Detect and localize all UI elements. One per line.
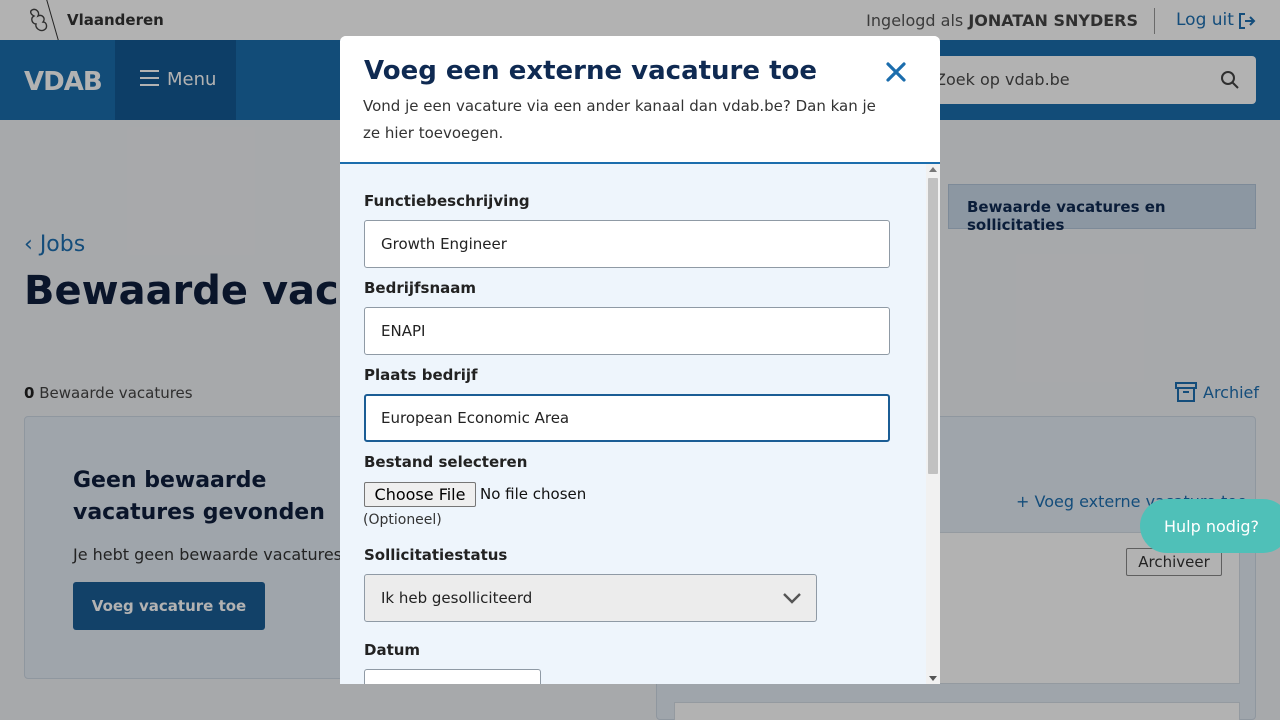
status-select[interactable]: Ik heb gesolliciteerd [364,574,817,622]
date-field[interactable] [364,669,541,684]
company-field[interactable]: ENAPI [364,307,890,355]
scroll-up-arrow-icon[interactable] [929,167,937,172]
status-label: Sollicitatiestatus [364,546,508,564]
choose-file-button[interactable]: Choose File [364,482,476,507]
location-label: Plaats bedrijf [364,366,478,384]
close-icon[interactable] [884,60,908,84]
modal-title: Voeg een externe vacature toe [364,56,817,86]
add-external-vacancy-modal: Voeg een externe vacature toe Vond je ee… [340,36,940,684]
date-label: Datum [364,641,421,659]
chevron-down-icon [783,593,801,604]
function-field[interactable]: Growth Engineer [364,220,890,268]
status-select-value: Ik heb gesolliciteerd [381,589,533,607]
modal-header: Voeg een externe vacature toe Vond je ee… [340,36,940,164]
file-status: No file chosen [480,485,587,503]
company-label: Bedrijfsnaam [364,279,477,297]
modal-subtitle: Vond je een vacature via een ander kanaa… [363,97,876,142]
location-field[interactable]: European Economic Area [364,394,890,442]
help-button[interactable]: Hulp nodig? [1140,499,1280,553]
file-optional-hint: (Optioneel) [363,512,442,528]
function-label: Functiebeschrijving [364,192,530,210]
scroll-down-arrow-icon[interactable] [929,676,937,681]
scrollbar-thumb[interactable] [928,178,938,474]
modal-scrollbar[interactable] [926,164,940,684]
file-label: Bestand selecteren [364,453,528,471]
